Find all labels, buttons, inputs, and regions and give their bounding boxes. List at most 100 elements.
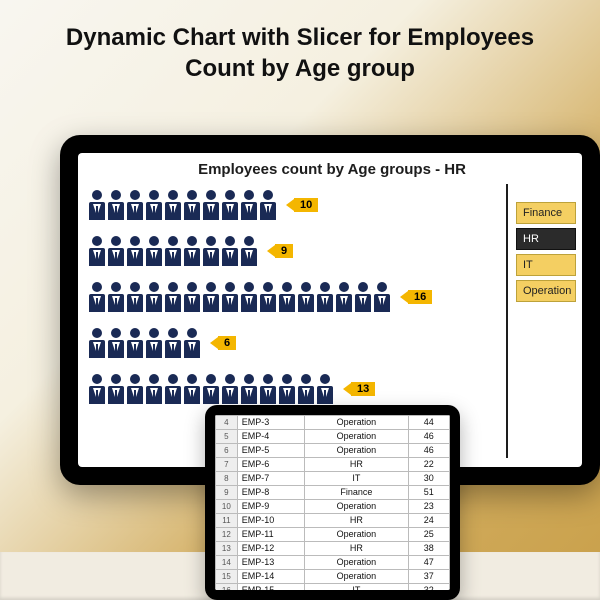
slicer-item-it[interactable]: IT (516, 254, 576, 276)
cell-department[interactable]: IT (305, 472, 408, 486)
cell-department[interactable]: Operation (305, 500, 408, 514)
cell-emp-id[interactable]: EMP-8 (237, 486, 304, 500)
table-row[interactable]: 7EMP-6HR22 (216, 458, 450, 472)
cell-emp-id[interactable]: EMP-5 (237, 444, 304, 458)
cell-department[interactable]: Operation (305, 416, 408, 430)
cell-department[interactable]: HR (305, 514, 408, 528)
person-icon (297, 374, 315, 404)
person-icon (259, 374, 277, 404)
cell-emp-id[interactable]: EMP-11 (237, 528, 304, 542)
person-icon (240, 236, 258, 266)
slicer-item-operation[interactable]: Operation (516, 280, 576, 302)
bar-value-tag: 9 (267, 244, 293, 258)
cell-emp-id[interactable]: EMP-9 (237, 500, 304, 514)
cell-age[interactable]: 22 (408, 458, 449, 472)
person-icon (145, 328, 163, 358)
person-icon (164, 190, 182, 220)
table-row[interactable]: 9EMP-8Finance51 (216, 486, 450, 500)
cell-department[interactable]: IT (305, 584, 408, 591)
row-number: 16 (216, 584, 238, 591)
data-table-view: 4EMP-3Operation445EMP-4Operation466EMP-5… (215, 415, 450, 590)
bar-icons (88, 190, 277, 220)
person-icon (259, 282, 277, 312)
person-icon (107, 282, 125, 312)
bar-value: 13 (351, 382, 375, 396)
row-number: 12 (216, 528, 238, 542)
cell-age[interactable]: 23 (408, 500, 449, 514)
bar-value-tag: 10 (286, 198, 318, 212)
bar-value-tag: 13 (343, 382, 375, 396)
person-icon (107, 328, 125, 358)
cell-emp-id[interactable]: EMP-3 (237, 416, 304, 430)
person-icon (88, 282, 106, 312)
row-number: 4 (216, 416, 238, 430)
table-row[interactable]: 12EMP-11Operation25 (216, 528, 450, 542)
cell-age[interactable]: 51 (408, 486, 449, 500)
person-icon (335, 282, 353, 312)
chart-bar-row: 13 (88, 372, 498, 406)
cell-age[interactable]: 30 (408, 472, 449, 486)
table-row[interactable]: 13EMP-12HR38 (216, 542, 450, 556)
person-icon (278, 282, 296, 312)
cell-age[interactable]: 37 (408, 570, 449, 584)
person-icon (164, 282, 182, 312)
row-number: 15 (216, 570, 238, 584)
table-row[interactable]: 5EMP-4Operation46 (216, 430, 450, 444)
cell-age[interactable]: 24 (408, 514, 449, 528)
row-number: 14 (216, 556, 238, 570)
cell-department[interactable]: Operation (305, 570, 408, 584)
person-icon (126, 282, 144, 312)
cell-age[interactable]: 38 (408, 542, 449, 556)
person-icon (126, 190, 144, 220)
cell-department[interactable]: HR (305, 458, 408, 472)
chart-bar-row: 6 (88, 326, 498, 360)
cell-age[interactable]: 46 (408, 430, 449, 444)
person-icon (164, 328, 182, 358)
row-number: 9 (216, 486, 238, 500)
cell-age[interactable]: 46 (408, 444, 449, 458)
table-row[interactable]: 16EMP-15IT32 (216, 584, 450, 591)
cell-department[interactable]: HR (305, 542, 408, 556)
cell-age[interactable]: 25 (408, 528, 449, 542)
person-icon (278, 374, 296, 404)
cell-emp-id[interactable]: EMP-10 (237, 514, 304, 528)
person-icon (316, 374, 334, 404)
cell-emp-id[interactable]: EMP-4 (237, 430, 304, 444)
bar-value: 9 (275, 244, 293, 258)
cell-age[interactable]: 47 (408, 556, 449, 570)
cell-age[interactable]: 32 (408, 584, 449, 591)
person-icon (183, 236, 201, 266)
cell-emp-id[interactable]: EMP-13 (237, 556, 304, 570)
cell-emp-id[interactable]: EMP-7 (237, 472, 304, 486)
table-row[interactable]: 8EMP-7IT30 (216, 472, 450, 486)
table-row[interactable]: 6EMP-5Operation46 (216, 444, 450, 458)
table-row[interactable]: 14EMP-13Operation47 (216, 556, 450, 570)
bar-value-tag: 6 (210, 336, 236, 350)
person-icon (164, 236, 182, 266)
cell-department[interactable]: Operation (305, 430, 408, 444)
slicer-item-finance[interactable]: Finance (516, 202, 576, 224)
table-row[interactable]: 11EMP-10HR24 (216, 514, 450, 528)
person-icon (183, 328, 201, 358)
person-icon (145, 374, 163, 404)
person-icon (221, 374, 239, 404)
slicer-item-hr[interactable]: HR (516, 228, 576, 250)
cell-emp-id[interactable]: EMP-12 (237, 542, 304, 556)
person-icon (240, 374, 258, 404)
cell-department[interactable]: Operation (305, 556, 408, 570)
person-icon (202, 374, 220, 404)
cell-emp-id[interactable]: EMP-6 (237, 458, 304, 472)
cell-department[interactable]: Operation (305, 444, 408, 458)
cell-department[interactable]: Finance (305, 486, 408, 500)
cell-emp-id[interactable]: EMP-15 (237, 584, 304, 591)
table-row[interactable]: 15EMP-14Operation37 (216, 570, 450, 584)
cell-emp-id[interactable]: EMP-14 (237, 570, 304, 584)
bar-icons (88, 374, 334, 404)
table-row[interactable]: 4EMP-3Operation44 (216, 416, 450, 430)
table-row[interactable]: 10EMP-9Operation23 (216, 500, 450, 514)
person-icon (354, 282, 372, 312)
cell-age[interactable]: 44 (408, 416, 449, 430)
vertical-divider (506, 184, 508, 458)
tablet-mockup: 4EMP-3Operation445EMP-4Operation466EMP-5… (205, 405, 460, 600)
cell-department[interactable]: Operation (305, 528, 408, 542)
